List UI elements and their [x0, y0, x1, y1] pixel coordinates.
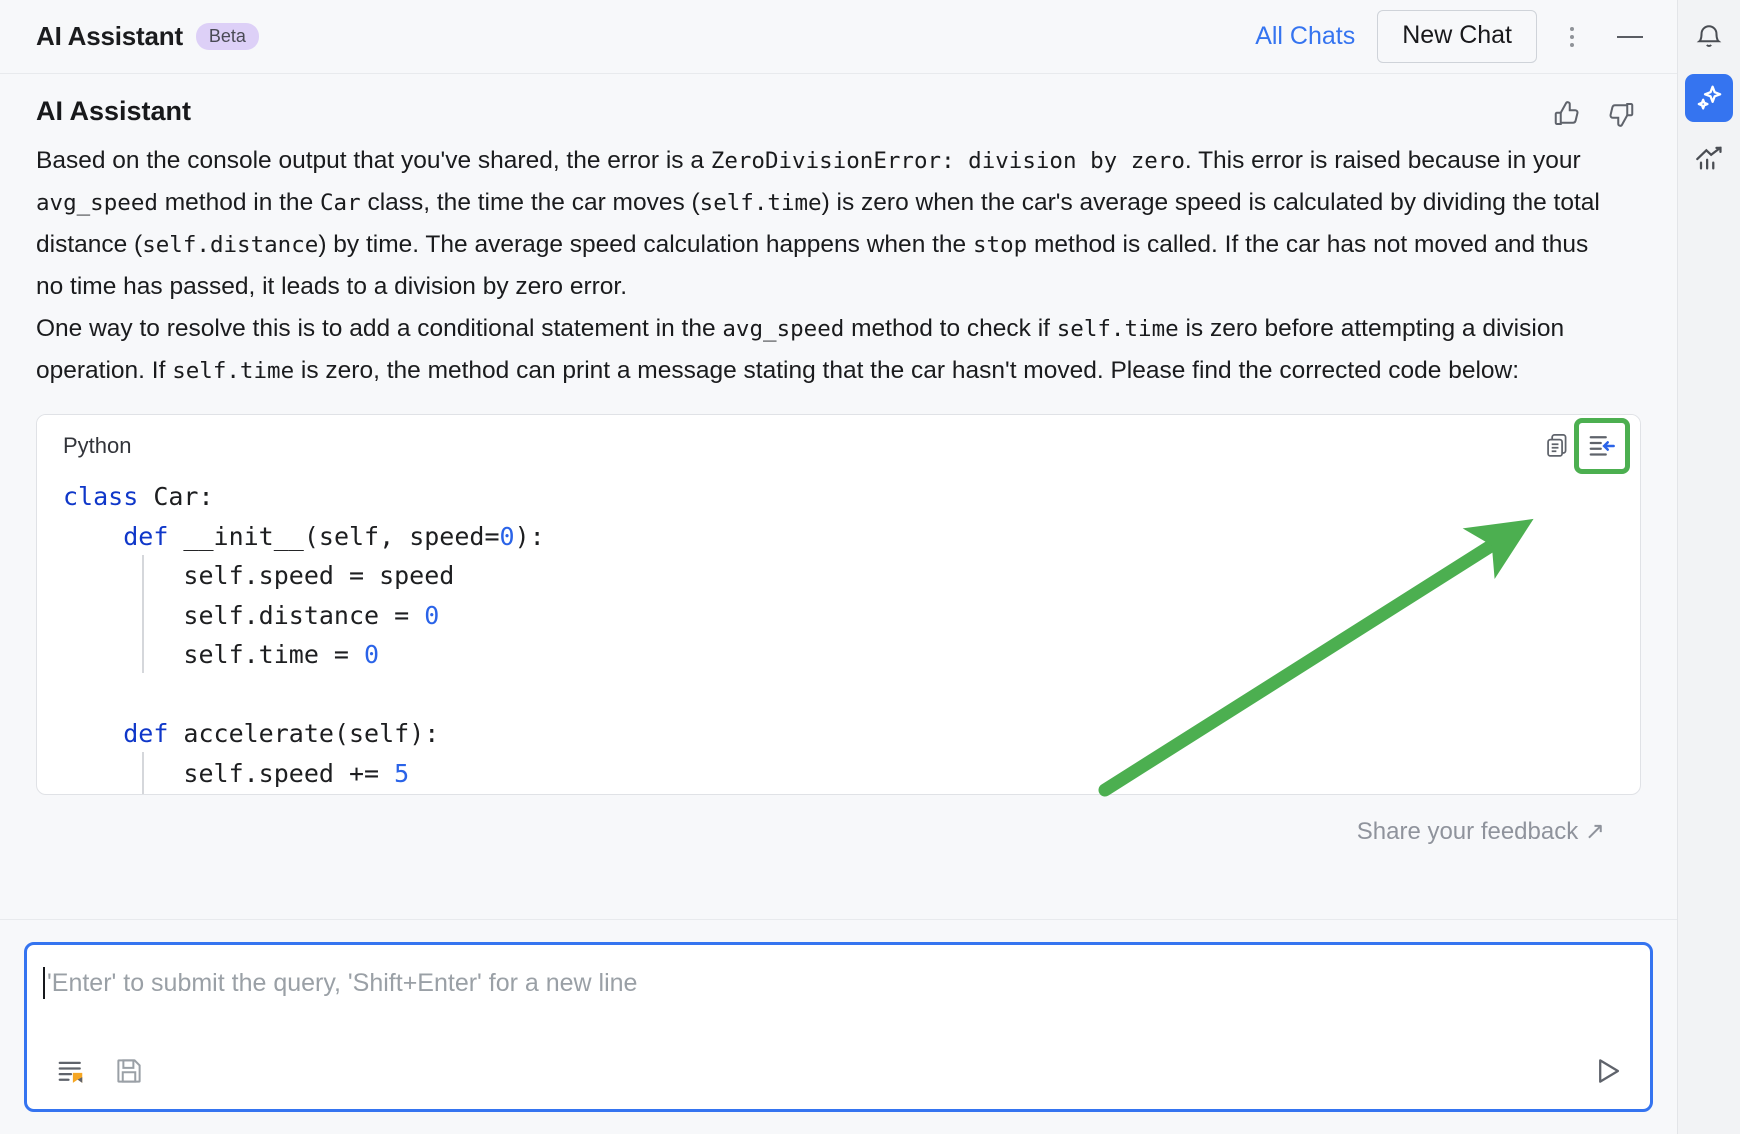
message-author: AI Assistant	[36, 96, 192, 126]
analytics-chart-icon	[1696, 146, 1722, 170]
message-paragraph-2: One way to resolve this is to add a cond…	[36, 315, 1565, 384]
message-paragraph-1: Based on the console output that you've …	[36, 147, 1600, 300]
conversation-area: AI Assistant Based on the console output…	[0, 74, 1677, 919]
send-icon	[1599, 1059, 1620, 1083]
analytics-button[interactable]	[1685, 134, 1733, 182]
notifications-bell-icon	[1696, 25, 1722, 47]
input-area: 'Enter' to submit the query, 'Shift+Ente…	[0, 919, 1677, 1134]
ai-assistant-sparkle-icon	[1697, 85, 1722, 110]
new-chat-button[interactable]: New Chat	[1377, 10, 1537, 63]
copy-icon	[1547, 434, 1567, 457]
thumbs-up-button[interactable]	[1547, 96, 1587, 132]
beta-badge: Beta	[195, 23, 259, 50]
code-content[interactable]: class Car: def __init__(self, speed=0): …	[37, 477, 1640, 793]
code-language-label: Python	[63, 433, 132, 458]
send-query-button[interactable]	[1586, 1049, 1630, 1093]
code-block: Python class Car: def __init__(self, spe…	[36, 414, 1641, 795]
insert-into-editor-button[interactable]	[1574, 418, 1630, 474]
save-icon	[117, 1059, 141, 1083]
minimize-button[interactable]	[1607, 14, 1653, 60]
thumbs-down-button[interactable]	[1601, 96, 1641, 132]
copy-code-button[interactable]	[1536, 424, 1580, 468]
save-chat-button[interactable]	[107, 1049, 151, 1093]
query-input-box[interactable]: 'Enter' to submit the query, 'Shift+Ente…	[24, 942, 1653, 1112]
feedback-row: Share your feedback ↗	[36, 795, 1641, 867]
assistant-panel: AI Assistant Beta All Chats New Chat AI …	[0, 0, 1678, 1134]
ai-assistant-window: AI Assistant Beta All Chats New Chat AI …	[0, 0, 1740, 1134]
page-title: AI Assistant	[36, 21, 183, 51]
message-header: AI Assistant	[36, 74, 1641, 132]
text-caret	[43, 967, 45, 999]
message-body: Based on the console output that you've …	[36, 140, 1601, 392]
thumbs-down-icon	[1609, 103, 1634, 127]
insert-into-editor-icon	[1589, 436, 1615, 456]
share-feedback-link[interactable]: Share your feedback ↗	[1357, 817, 1605, 846]
query-input-placeholder: 'Enter' to submit the query, 'Shift+Ente…	[47, 968, 638, 997]
right-tool-rail	[1678, 0, 1740, 1134]
thumbs-up-icon	[1554, 101, 1579, 125]
more-options-button[interactable]	[1549, 14, 1595, 60]
all-chats-link[interactable]: All Chats	[1255, 22, 1355, 51]
code-block-header: Python	[37, 415, 1640, 477]
code-indent-guide	[142, 555, 144, 673]
code-indent-guide	[142, 752, 144, 794]
add-context-file-icon	[58, 1061, 83, 1083]
minimize-icon	[1617, 35, 1643, 38]
add-context-file-button[interactable]	[49, 1049, 93, 1093]
notifications-button[interactable]	[1685, 14, 1733, 62]
kebab-menu-icon	[1570, 26, 1574, 47]
ai-assistant-button[interactable]	[1685, 74, 1733, 122]
input-toolbar	[27, 1049, 1650, 1109]
window-header: AI Assistant Beta All Chats New Chat	[0, 0, 1677, 74]
input-line: 'Enter' to submit the query, 'Shift+Ente…	[27, 945, 1650, 999]
